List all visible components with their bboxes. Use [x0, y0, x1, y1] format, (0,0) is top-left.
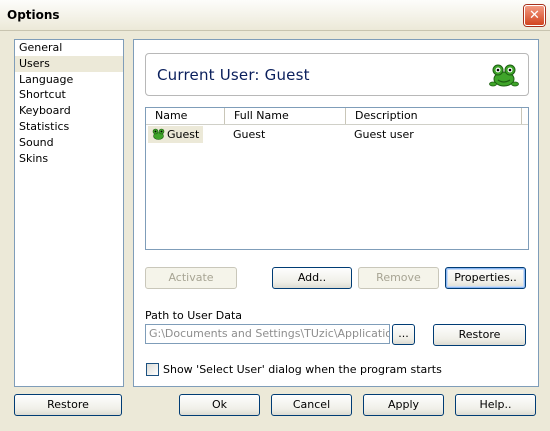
browse-button[interactable]: ... [392, 324, 415, 345]
apply-button[interactable]: Apply [363, 394, 444, 416]
column-header-name[interactable]: Name [146, 108, 225, 124]
current-user-label: Current User: Guest [157, 66, 310, 84]
category-list[interactable]: General Users Language Shortcut Keyboard… [14, 39, 124, 387]
column-header-description[interactable]: Description [346, 108, 522, 124]
restore-path-button[interactable]: Restore [433, 324, 526, 346]
close-button[interactable]: ✕ [524, 5, 545, 26]
select-user-checkbox[interactable] [146, 363, 159, 376]
select-user-checkbox-label[interactable]: Show 'Select User' dialog when the progr… [163, 363, 442, 376]
user-description: Guest user [354, 128, 414, 141]
nav-item-skins[interactable]: Skins [15, 151, 123, 167]
frog-icon [152, 128, 165, 140]
users-panel: Current User: Guest Name Full Name Descr… [133, 39, 539, 387]
user-full-name: Guest [233, 128, 266, 141]
users-table[interactable]: Name Full Name Description Guest Guest G… [145, 107, 529, 250]
add-user-button[interactable]: Add.. [272, 267, 352, 289]
path-label: Path to User Data [145, 309, 243, 322]
dialog-body: General Users Language Shortcut Keyboard… [3, 31, 547, 428]
help-button[interactable]: Help.. [455, 394, 536, 416]
nav-item-keyboard[interactable]: Keyboard [15, 103, 123, 119]
properties-button[interactable]: Properties.. [445, 267, 526, 289]
window-title: Options [7, 8, 60, 22]
user-data-path-field[interactable]: G:\Documents and Settings\TUzic\Applicat… [145, 324, 390, 344]
user-name-cell: Guest [148, 126, 203, 143]
nav-item-statistics[interactable]: Statistics [15, 119, 123, 135]
close-icon: ✕ [529, 8, 540, 23]
table-header: Name Full Name Description [146, 108, 528, 125]
title-bar: Options ✕ [0, 0, 550, 31]
current-user-header: Current User: Guest [145, 53, 529, 96]
nav-item-general[interactable]: General [15, 40, 123, 56]
frog-icon [489, 64, 519, 87]
restore-button[interactable]: Restore [14, 394, 122, 416]
nav-item-shortcut[interactable]: Shortcut [15, 87, 123, 103]
nav-item-sound[interactable]: Sound [15, 135, 123, 151]
remove-user-button[interactable]: Remove [358, 267, 439, 289]
column-header-full-name[interactable]: Full Name [225, 108, 346, 124]
cancel-button[interactable]: Cancel [271, 394, 352, 416]
nav-item-users[interactable]: Users [15, 55, 123, 72]
user-name: Guest [167, 128, 200, 141]
table-row[interactable]: Guest Guest Guest user [146, 126, 528, 143]
nav-item-language[interactable]: Language [15, 72, 123, 88]
activate-button[interactable]: Activate [145, 267, 237, 289]
ok-button[interactable]: Ok [179, 394, 260, 416]
